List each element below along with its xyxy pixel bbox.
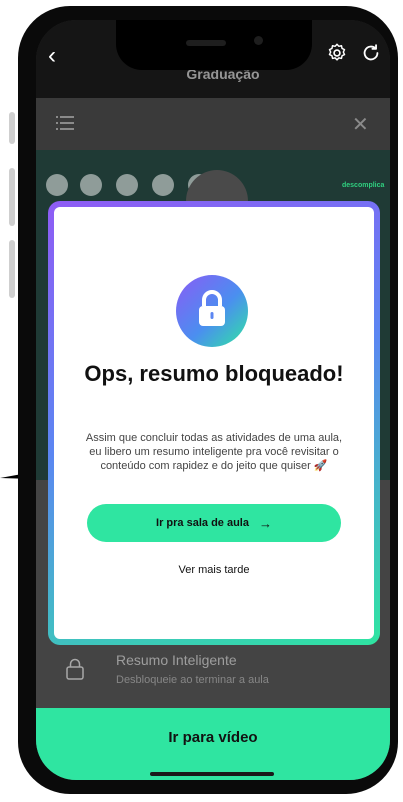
- phone-side-button-3: [9, 240, 15, 298]
- chevron-left-icon[interactable]: ‹: [48, 44, 56, 68]
- brand-tag: descomplica: [342, 182, 385, 189]
- phone-side-button-2: [9, 168, 15, 226]
- summary-title: Resumo Inteligente: [116, 652, 237, 668]
- lock-icon: [199, 290, 225, 326]
- phone-side-button-1: [9, 112, 15, 144]
- top-bar: ‹ Graduação: [36, 20, 390, 98]
- reaction-icon: [80, 174, 102, 196]
- go-to-video-button[interactable]: Ir para vídeo: [36, 708, 390, 780]
- reaction-icon: [116, 174, 138, 196]
- locked-summary-modal: Ops, resumo bloqueado! Assim que conclui…: [48, 201, 380, 645]
- lock-badge: [176, 275, 248, 347]
- refresh-icon[interactable]: [360, 42, 382, 64]
- lock-icon: [66, 658, 84, 680]
- go-to-classroom-button[interactable]: Ir pra sala de aula →: [87, 504, 341, 542]
- list-icon[interactable]: [56, 116, 74, 130]
- notch: [116, 20, 312, 70]
- arrow-right-icon: →: [258, 515, 272, 531]
- home-indicator: [150, 772, 274, 776]
- reaction-icon: [46, 174, 68, 196]
- see-later-link[interactable]: Ver mais tarde: [114, 564, 314, 576]
- modal-card: Ops, resumo bloqueado! Assim que conclui…: [54, 207, 374, 639]
- panel-bar: ✕: [36, 98, 390, 150]
- modal-title: Ops, resumo bloqueado!: [84, 361, 344, 386]
- reaction-icon: [152, 174, 174, 196]
- summary-subtitle: Desbloqueie ao terminar a aula: [116, 674, 269, 686]
- modal-body-text: Assim que concluir todas as atividades d…: [85, 432, 343, 472]
- close-icon[interactable]: ✕: [352, 112, 369, 137]
- gear-icon[interactable]: [326, 42, 348, 64]
- summary-row: Resumo Inteligente Desbloqueie ao termin…: [36, 648, 390, 708]
- go-to-classroom-label: Ir pra sala de aula: [156, 517, 249, 529]
